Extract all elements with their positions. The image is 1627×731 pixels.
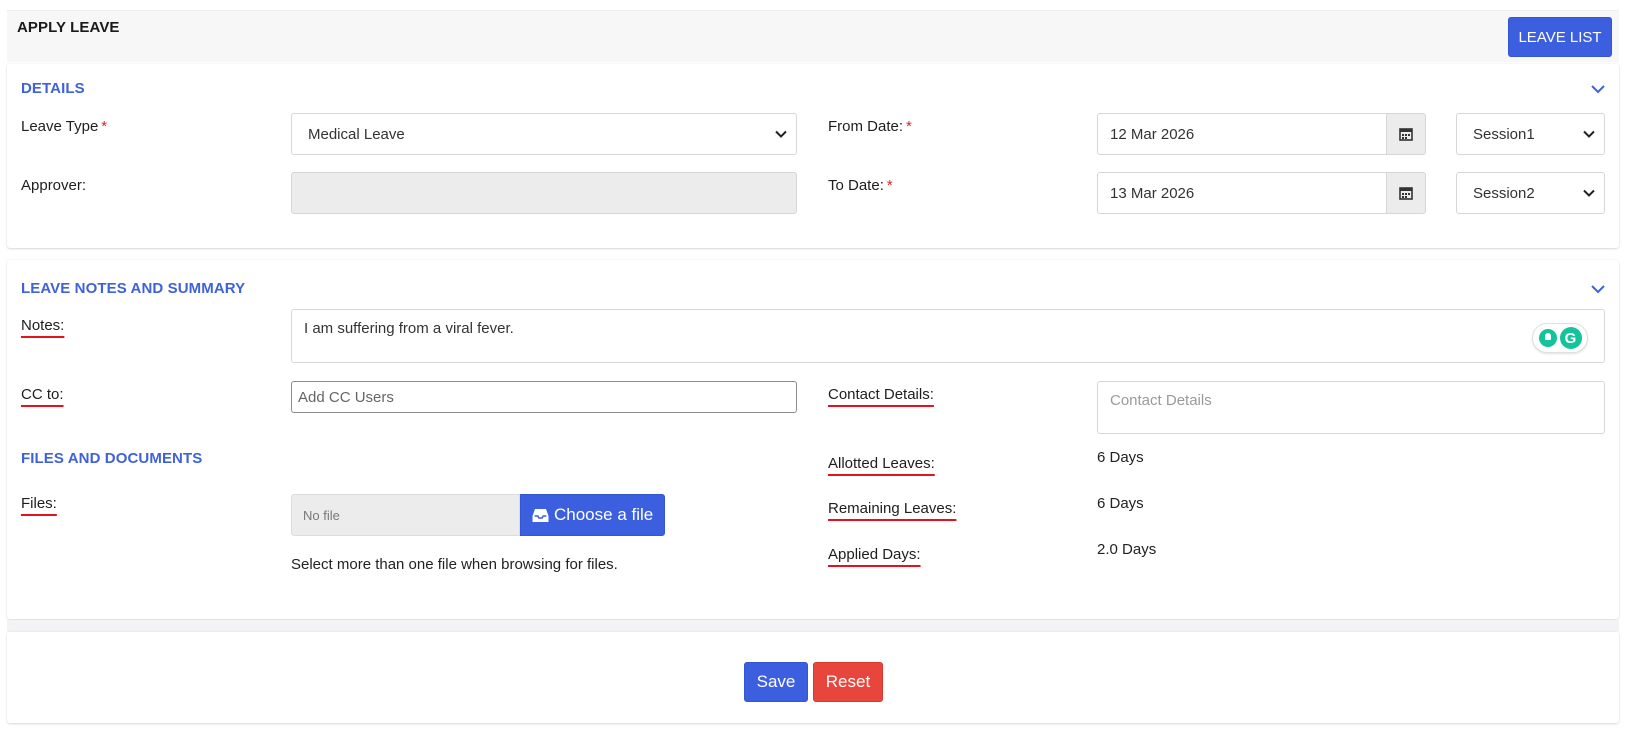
to-session-select[interactable]: Session2 [1456, 172, 1605, 214]
inbox-icon [532, 508, 549, 522]
section-divider [7, 620, 1619, 632]
remaining-leaves-value: 6 Days [1097, 495, 1144, 512]
chevron-down-icon[interactable] [1591, 84, 1605, 94]
notes-textarea[interactable]: I am suffering from a viral fever. G [291, 309, 1605, 363]
page-header: APPLY LEAVE LEAVE LIST [7, 10, 1619, 62]
leave-type-label: Leave Type * [21, 118, 108, 135]
to-date-label: To Date: * [828, 177, 893, 194]
from-date-input[interactable]: 12 Mar 2026 [1097, 113, 1387, 155]
lightbulb-icon [1538, 329, 1557, 347]
contact-details-label: Contact Details: [828, 386, 934, 403]
file-status-field: No file [291, 494, 520, 536]
notes-section-title: LEAVE NOTES AND SUMMARY [21, 280, 246, 297]
leave-type-select[interactable]: Medical Leave [291, 113, 797, 155]
to-date-calendar-button[interactable] [1387, 172, 1426, 214]
to-date-input[interactable]: 13 Mar 2026 [1097, 172, 1387, 214]
calendar-icon [1399, 187, 1413, 200]
notes-summary-card: LEAVE NOTES AND SUMMARY Notes: I am suff… [7, 260, 1619, 619]
chevron-down-icon[interactable] [1591, 284, 1605, 294]
leave-type-value: Medical Leave [308, 125, 405, 143]
files-label: Files: [21, 495, 57, 512]
applied-days-value: 2.0 Days [1097, 541, 1157, 558]
leave-list-button[interactable]: LEAVE LIST [1508, 17, 1612, 57]
chevron-down-icon [1583, 130, 1595, 138]
notes-label: Notes: [21, 317, 65, 334]
calendar-icon [1399, 128, 1413, 141]
applied-days-label: Applied Days: [828, 546, 921, 563]
file-helper-text: Select more than one file when browsing … [291, 556, 618, 573]
from-date-calendar-button[interactable] [1387, 113, 1426, 155]
grammarly-widget[interactable]: G [1532, 323, 1588, 353]
cc-placeholder: Add CC Users [298, 388, 394, 406]
allotted-leaves-value: 6 Days [1097, 449, 1144, 466]
remaining-leaves-label: Remaining Leaves: [828, 500, 957, 517]
save-button[interactable]: Save [744, 662, 808, 702]
chevron-down-icon [1583, 189, 1595, 197]
reset-button[interactable]: Reset [813, 662, 883, 702]
details-section-title: DETAILS [21, 80, 85, 97]
files-section-title: FILES AND DOCUMENTS [21, 450, 203, 467]
page-title: APPLY LEAVE [17, 19, 120, 36]
to-session-value: Session2 [1473, 184, 1535, 202]
contact-placeholder: Contact Details [1110, 392, 1212, 409]
approver-label: Approver: [21, 177, 87, 194]
chevron-down-icon [775, 130, 787, 138]
allotted-leaves-label: Allotted Leaves: [828, 455, 935, 472]
cc-label: CC to: [21, 386, 64, 403]
from-session-select[interactable]: Session1 [1456, 113, 1605, 155]
approver-field [291, 172, 797, 214]
details-card: DETAILS Leave Type * Medical Leave Approv… [7, 64, 1619, 248]
notes-text: I am suffering from a viral fever. [304, 320, 514, 337]
cc-users-input[interactable]: Add CC Users [291, 381, 797, 413]
from-session-value: Session1 [1473, 125, 1535, 143]
contact-details-textarea[interactable]: Contact Details [1097, 381, 1605, 434]
from-date-label: From Date: * [828, 118, 912, 135]
grammarly-icon: G [1559, 327, 1582, 349]
choose-file-label: Choose a file [554, 505, 654, 524]
choose-file-button[interactable]: Choose a file [520, 494, 665, 536]
